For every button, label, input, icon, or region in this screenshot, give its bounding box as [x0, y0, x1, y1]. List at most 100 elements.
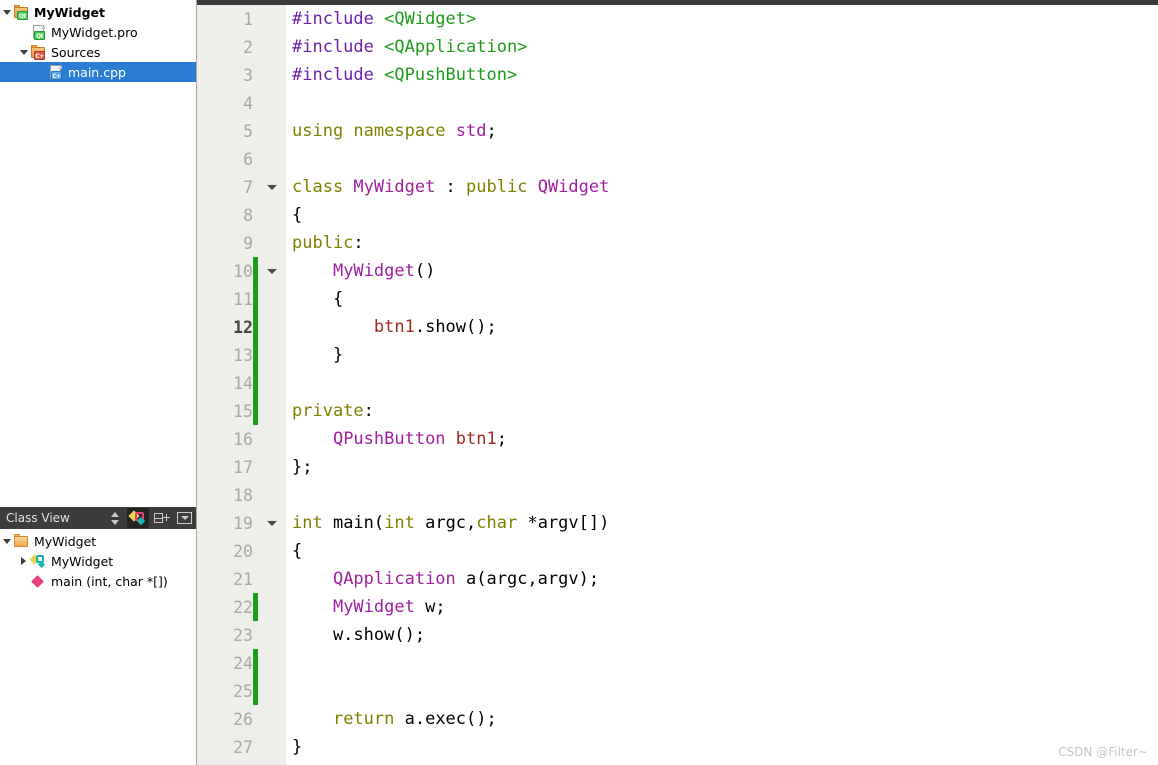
line-number: 7: [243, 177, 253, 197]
code-area[interactable]: 1 #include <QWidget> 2 #include <QApplicati…: [197, 5, 1158, 765]
code-token: MyWidget: [353, 177, 436, 197]
code-line[interactable]: 22 MyWidget w;: [197, 593, 1158, 621]
code-token: char: [476, 513, 518, 533]
classview-sort-by-class-button[interactable]: [127, 508, 149, 528]
tree-item-label: MyWidget: [34, 533, 97, 549]
change-marker-bar: [253, 565, 258, 593]
change-marker-bar: [253, 33, 258, 61]
code-line[interactable]: 12 btn1.show();: [197, 313, 1158, 341]
change-marker-bar: [253, 369, 258, 397]
code-line[interactable]: 18: [197, 481, 1158, 509]
sort-by-class-icon: [128, 509, 146, 526]
code-token: *argv[]): [517, 513, 610, 533]
code-token: int: [384, 513, 415, 533]
code-line[interactable]: 14: [197, 369, 1158, 397]
chevron-down-icon[interactable]: [0, 9, 13, 15]
change-marker-bar: [253, 145, 258, 173]
fold-toggle-icon[interactable]: [258, 184, 286, 190]
code-token: btn1: [455, 429, 497, 449]
change-marker-bar: [253, 285, 258, 313]
code-line[interactable]: 10 MyWidget(): [197, 257, 1158, 285]
line-number: 12: [233, 317, 253, 337]
code-line[interactable]: 11 {: [197, 285, 1158, 313]
code-text: return a.exec();: [286, 709, 497, 729]
line-number: 2: [243, 37, 253, 57]
sort-up-down-icon: [110, 511, 120, 525]
tree-item-label: MyWidget: [34, 4, 106, 20]
code-token: :: [363, 401, 374, 421]
code-line[interactable]: 13 }: [197, 341, 1158, 369]
tree-item-mywidget-project[interactable]: Qt MyWidget: [0, 2, 196, 22]
code-token: private: [292, 401, 364, 421]
code-line[interactable]: 21 QApplication a(argc,argv);: [197, 565, 1158, 593]
code-token: {: [292, 289, 344, 309]
code-line[interactable]: 25: [197, 677, 1158, 705]
code-line[interactable]: 17};: [197, 453, 1158, 481]
fold-toggle-icon[interactable]: [258, 268, 286, 274]
code-text: };: [286, 457, 312, 477]
code-token: ;: [486, 121, 497, 141]
fold-toggle-icon[interactable]: [258, 520, 286, 526]
change-marker-bar: [253, 61, 258, 89]
code-token: w;: [414, 597, 446, 617]
tree-item-mywidget-pro[interactable]: Qt MyWidget.pro: [0, 22, 196, 42]
line-number: 25: [233, 681, 253, 701]
code-token: <QPushButton>: [384, 65, 518, 85]
cpp-sources-folder-icon: C+: [30, 44, 47, 60]
sidebar: Qt MyWidget Qt MyWidget.pro C+ Sources C+ main.…: [0, 0, 197, 765]
code-token: QPushButton: [332, 429, 446, 449]
code-line[interactable]: 20 {: [197, 537, 1158, 565]
code-token: ;: [496, 429, 507, 449]
code-line[interactable]: 24: [197, 649, 1158, 677]
code-line[interactable]: 3 #include <QPushButton>: [197, 61, 1158, 89]
code-line[interactable]: 16 QPushButton btn1;: [197, 425, 1158, 453]
class-view-header: Class View: [0, 507, 196, 529]
code-text: using namespace std;: [286, 121, 497, 141]
code-line[interactable]: 23 w.show();: [197, 621, 1158, 649]
chevron-down-icon[interactable]: [0, 538, 13, 544]
code-line[interactable]: 1 #include <QWidget>: [197, 5, 1158, 33]
code-text: #include <QPushButton>: [286, 65, 517, 85]
code-line[interactable]: 8{: [197, 201, 1158, 229]
cpp-file-icon: C+: [47, 64, 64, 80]
tree-item-sources[interactable]: C+ Sources: [0, 42, 196, 62]
classview-menu-button[interactable]: [173, 508, 195, 528]
code-line[interactable]: 15 private:: [197, 397, 1158, 425]
classview-item-mywidget-root[interactable]: MyWidget: [0, 531, 196, 551]
code-text: private:: [286, 401, 374, 421]
code-line[interactable]: 9 public:: [197, 229, 1158, 257]
code-text: int main(int argc,char *argv[]): [286, 513, 609, 533]
code-token: };: [292, 457, 313, 477]
classview-item-main-function[interactable]: main (int, char *[]): [0, 571, 196, 591]
tree-item-main-cpp[interactable]: C+ main.cpp: [0, 62, 196, 82]
code-line[interactable]: 5 using namespace std;: [197, 117, 1158, 145]
tree-item-label: Sources: [51, 44, 101, 60]
code-line[interactable]: 2 #include <QApplication>: [197, 33, 1158, 61]
code-text: }: [286, 737, 302, 757]
classview-split-button[interactable]: [150, 508, 172, 528]
function-icon: [30, 573, 47, 589]
code-line[interactable]: 26 return a.exec();: [197, 705, 1158, 733]
code-token: a.exec();: [394, 709, 497, 729]
code-line[interactable]: 27}: [197, 733, 1158, 761]
classview-sort-button[interactable]: [104, 508, 126, 528]
code-token: std: [455, 121, 487, 141]
chevron-right-icon[interactable]: [17, 557, 30, 565]
code-line[interactable]: 4: [197, 89, 1158, 117]
chevron-down-icon[interactable]: [17, 49, 30, 55]
classview-item-mywidget-class[interactable]: MyWidget: [0, 551, 196, 571]
code-line[interactable]: 6: [197, 145, 1158, 173]
code-text: #include <QWidget>: [286, 9, 476, 29]
code-text: w.show();: [286, 625, 425, 645]
change-marker-bar: [253, 397, 258, 425]
code-line[interactable]: 7 class MyWidget : public QWidget: [197, 173, 1158, 201]
code-token: }: [292, 345, 344, 365]
change-marker-bar: [253, 229, 258, 257]
code-line[interactable]: 19 int main(int argc,char *argv[]): [197, 509, 1158, 537]
line-number: 23: [233, 625, 253, 645]
